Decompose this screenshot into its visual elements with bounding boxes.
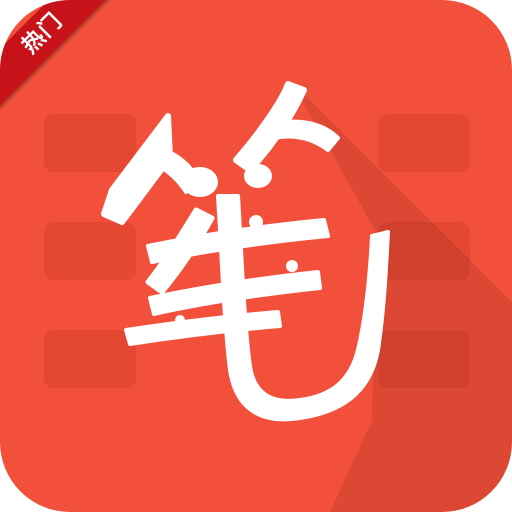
app-icon-tile[interactable]: 热门 (0, 0, 512, 512)
brush-glyph-bi (101, 81, 390, 422)
app-icon-stage: 热门 (0, 0, 512, 512)
